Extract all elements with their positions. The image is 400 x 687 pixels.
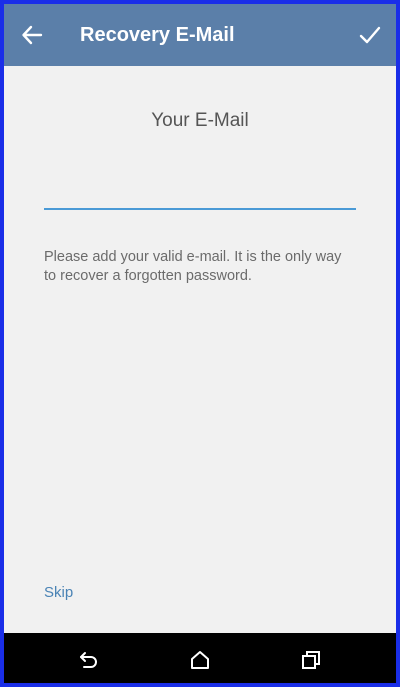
nav-home-button[interactable] [185, 645, 215, 675]
helper-text: Please add your valid e-mail. It is the … [44, 249, 342, 284]
toolbar: Recovery E-Mail [4, 4, 396, 66]
nav-back-button[interactable] [74, 645, 104, 675]
back-button[interactable] [14, 15, 50, 55]
nav-home-icon [191, 651, 209, 669]
checkmark-icon [359, 26, 381, 44]
email-input[interactable] [44, 182, 356, 210]
skip-link[interactable]: Skip [44, 584, 73, 601]
arrow-left-icon [22, 25, 43, 45]
nav-recents-button[interactable] [296, 645, 326, 675]
email-heading: Your E-Mail [151, 110, 249, 131]
nav-back-icon [80, 652, 97, 668]
page-title: Recovery E-Mail [80, 24, 235, 46]
system-nav-bar [4, 633, 396, 683]
app-frame: Recovery E-Mail Your E-Mail Please add y… [0, 0, 400, 687]
nav-recents-icon [302, 651, 320, 669]
confirm-button[interactable] [352, 15, 388, 55]
